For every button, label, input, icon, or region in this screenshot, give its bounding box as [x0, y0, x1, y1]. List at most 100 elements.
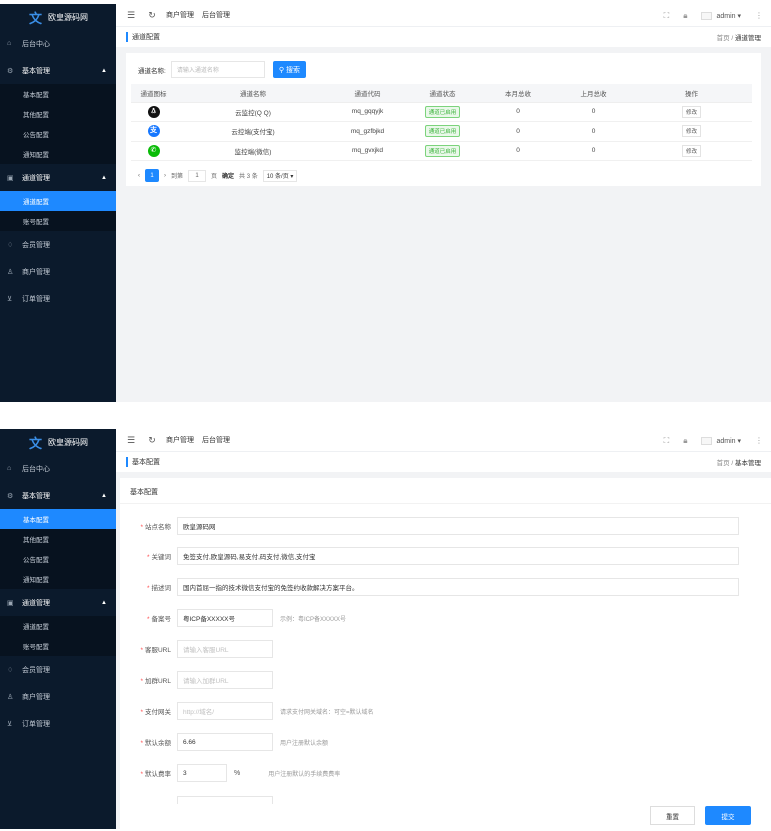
page-current[interactable]: 1	[145, 169, 159, 182]
nav-merchant[interactable]: 商户管理	[166, 435, 194, 445]
total-count: 共 3 条	[239, 174, 258, 180]
keywords-input[interactable]: 免签支付,欧皇源码,易支付,码支付,微信,支付宝	[177, 547, 739, 565]
topbar-right: ⛶ 🔒︎ admin ▾ ⋮	[664, 4, 763, 27]
field-label: * 支付网关	[120, 706, 177, 716]
sidebar-item-other-config[interactable]: 其他配置	[0, 529, 116, 549]
cart-icon: ⊻	[7, 295, 13, 303]
user-menu[interactable]: admin ▾	[701, 11, 741, 20]
icp-input[interactable]: 粤ICP备XXXXX号	[177, 609, 273, 627]
cell-status: 通道已启用	[405, 102, 480, 122]
home-icon: ⌂	[7, 465, 12, 472]
logo[interactable]: 文 欧皇源码网	[0, 4, 116, 30]
sidebar-item-other-config[interactable]: 其他配置	[0, 104, 116, 124]
cell-action: 修改	[631, 102, 752, 122]
breadcrumb-home[interactable]: 首页	[717, 460, 730, 467]
field-hint: 请求支付网关域名：可空=默认域名	[280, 709, 374, 716]
refresh-icon[interactable]: ↻	[146, 435, 158, 446]
page-title: 基本配置	[126, 457, 160, 467]
table-row: 🐧︎ 云监控(Q Q) mq_gqqyjk 通道已启用 0 0 修改	[131, 102, 752, 122]
section-title: 基本配置	[130, 489, 158, 496]
sidebar-group-channel[interactable]: ▣ 通道管理 ▲	[0, 589, 116, 616]
sidebar-item-channel-config[interactable]: 通道配置	[0, 191, 116, 211]
sidebar-group-channel[interactable]: ▣ 通道管理 ▲	[0, 164, 116, 191]
sidebar-group-basic[interactable]: ⚙ 基本管理 ▲	[0, 482, 116, 509]
sidebar-item-members[interactable]: ♢ 会员管理	[0, 231, 116, 258]
sidebar-item-account-config[interactable]: 账号配置	[0, 636, 116, 656]
field-label: * 客服URL	[120, 644, 177, 654]
next-page-icon[interactable]: ›	[164, 173, 166, 179]
sidebar-item-orders[interactable]: ⊻ 订单管理	[0, 710, 116, 737]
sidebar-item-notify-config[interactable]: 通知配置	[0, 144, 116, 164]
service-url-input[interactable]: 请输入客服URL	[177, 640, 273, 658]
column-header: 通道名称	[176, 84, 330, 103]
sidebar-item-notice-config[interactable]: 公告配置	[0, 124, 116, 144]
form-row-description: * 描述词 国内首屈一指的技术微信支付宝的免签约收款解决方案平台。	[120, 578, 739, 596]
sidebar-item-merchants[interactable]: ♙ 商户管理	[0, 258, 116, 285]
status-badge: 通道已启用	[424, 144, 461, 157]
status-badge: 通道已启用	[424, 125, 461, 138]
menu-toggle-icon[interactable]: ☰	[125, 10, 137, 21]
sidebar-item-notify-config[interactable]: 通知配置	[0, 569, 116, 589]
sidebar-item-merchants[interactable]: ♙ 商户管理	[0, 683, 116, 710]
search-button[interactable]: ⚲ 搜索	[272, 61, 306, 78]
sidebar-item-label: 通道管理	[22, 599, 50, 607]
logo[interactable]: 文 欧皇源码网	[0, 429, 116, 455]
submit-button[interactable]: 提交	[705, 806, 751, 825]
cell-last-month: 0	[556, 141, 631, 161]
edit-button[interactable]: 修改	[681, 105, 701, 118]
nav-admin[interactable]: 后台管理	[202, 10, 230, 20]
fullscreen-icon[interactable]: ⛶	[664, 11, 670, 21]
form-row-partial	[120, 796, 273, 804]
field-label: * 描述词	[120, 582, 177, 592]
description-input[interactable]: 国内首屈一指的技术微信支付宝的免签约收款解决方案平台。	[177, 578, 739, 596]
sidebar-item-home[interactable]: ⌂ 后台中心	[0, 455, 116, 482]
edit-button[interactable]: 修改	[681, 125, 701, 138]
caret-up-icon: ▲	[101, 67, 107, 74]
sidebar-item-label: 后台中心	[22, 40, 50, 48]
confirm-button[interactable]: 确定	[222, 171, 234, 180]
diamond-icon: ♢	[7, 666, 14, 674]
sidebar-item-account-config[interactable]: 账号配置	[0, 211, 116, 231]
sidebar-item-orders[interactable]: ⊻ 订单管理	[0, 285, 116, 312]
breadcrumb-bar: 基本配置 首页 / 基本管理	[116, 452, 771, 472]
nav-merchant[interactable]: 商户管理	[166, 10, 194, 20]
prev-page-icon[interactable]: ‹	[138, 173, 140, 179]
reset-button[interactable]: 重置	[650, 806, 695, 825]
fullscreen-icon[interactable]: ⛶	[664, 436, 670, 446]
sidebar-item-basic-config[interactable]: 基本配置	[0, 509, 116, 529]
sidebar-item-channel-config[interactable]: 通道配置	[0, 616, 116, 636]
sidebar-item-basic-config[interactable]: 基本配置	[0, 84, 116, 104]
cell-code: mq_gqqyjk	[330, 102, 405, 122]
default-rate-input[interactable]: 3	[177, 764, 227, 782]
partial-input[interactable]	[177, 796, 273, 804]
form-row-service-url: * 客服URL 请输入客服URL	[120, 640, 273, 658]
default-balance-input[interactable]: 6.66	[177, 733, 273, 751]
page-size-select[interactable]: 10 条/页 ▾	[262, 169, 298, 182]
lock-icon[interactable]: 🔒︎	[683, 11, 687, 21]
lock-icon[interactable]: 🔒︎	[683, 436, 687, 446]
sidebar-item-members[interactable]: ♢ 会员管理	[0, 656, 116, 683]
breadcrumb-home[interactable]: 首页	[717, 35, 730, 42]
page-input[interactable]: 1	[188, 169, 207, 182]
user-menu[interactable]: admin ▾	[701, 436, 741, 445]
sidebar-group-basic[interactable]: ⚙ 基本管理 ▲	[0, 57, 116, 84]
menu-toggle-icon[interactable]: ☰	[125, 435, 137, 446]
gateway-input[interactable]: http://域名/	[177, 702, 273, 720]
more-icon[interactable]: ⋮	[755, 11, 763, 20]
group-url-input[interactable]: 请输入加群URL	[177, 671, 273, 689]
more-icon[interactable]: ⋮	[755, 436, 763, 445]
search-row: 通道名称: 请输入通道名称 ⚲ 搜索	[138, 61, 306, 78]
user-name: admin ▾	[716, 437, 741, 445]
percent-unit: %	[234, 769, 241, 777]
form-row-default-balance: * 默认余额 6.66 用户注册默认余额	[120, 733, 328, 751]
site-name-input[interactable]: 欧皇源码网	[177, 517, 739, 535]
edit-button[interactable]: 修改	[681, 144, 701, 157]
refresh-icon[interactable]: ↻	[146, 10, 158, 21]
channel-icon: ▣	[7, 174, 14, 182]
nav-admin[interactable]: 后台管理	[202, 435, 230, 445]
form-row-icp: * 备案号 粤ICP备XXXXX号 示例：粤ICP备XXXXX号	[120, 609, 346, 627]
search-input[interactable]: 请输入通道名称	[170, 61, 265, 78]
sidebar-item-notice-config[interactable]: 公告配置	[0, 549, 116, 569]
column-header: 本月总收	[480, 84, 556, 103]
sidebar-item-home[interactable]: ⌂ 后台中心	[0, 30, 116, 57]
